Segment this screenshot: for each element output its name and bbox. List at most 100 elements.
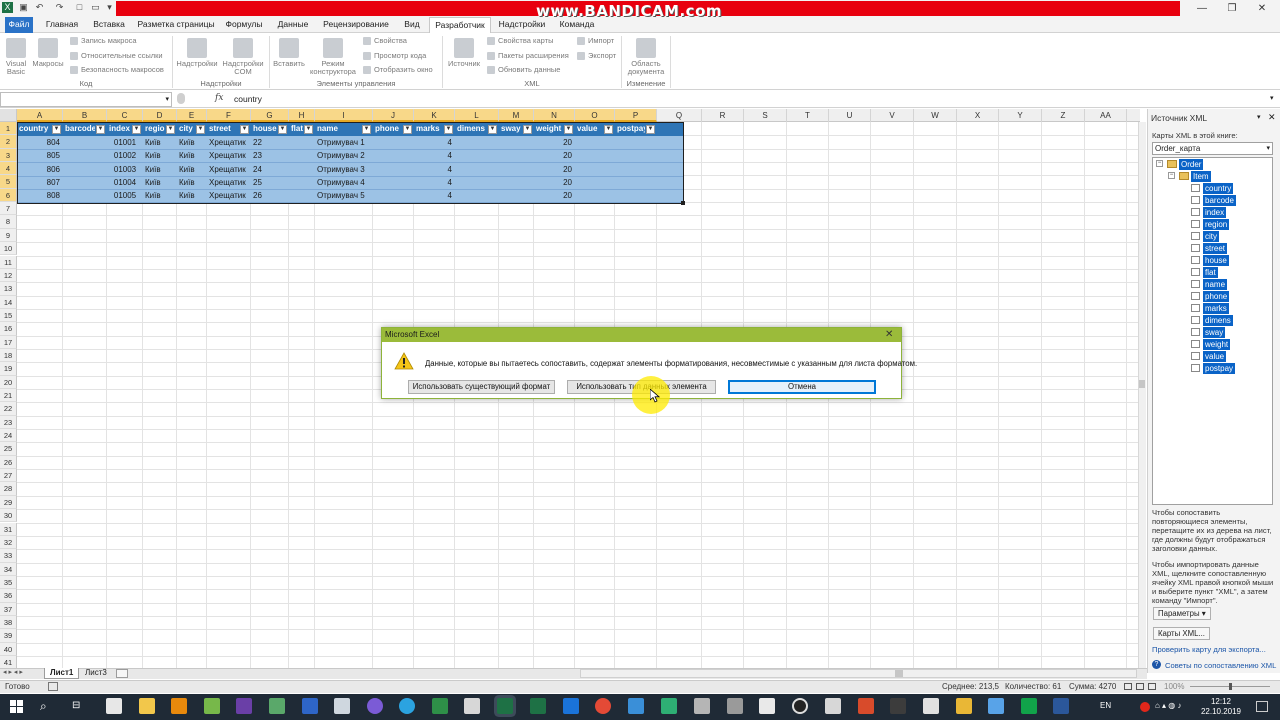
table-cell[interactable]: 24 [251, 163, 289, 176]
filter-dropdown-icon[interactable]: ▼ [52, 125, 61, 134]
table-cell[interactable] [615, 136, 657, 149]
insert-function-button[interactable]: fx [215, 93, 223, 103]
properties-button[interactable]: Свойства [363, 37, 407, 46]
table-cell[interactable] [63, 136, 107, 149]
xml-tree-node[interactable]: sway [1203, 327, 1226, 338]
table-cell[interactable] [455, 149, 499, 162]
table-cell[interactable]: 20 [534, 163, 575, 176]
mapping-tips-link[interactable]: Советы по сопоставлению XML [1165, 661, 1276, 670]
row-header[interactable]: 15 [0, 308, 17, 323]
chevron-down-icon[interactable]: ▾ [1266, 143, 1270, 154]
row-header[interactable]: 32 [0, 535, 17, 550]
table-cell[interactable]: 20 [534, 176, 575, 189]
xml-tree-node[interactable]: Order [1179, 159, 1204, 170]
column-header[interactable]: AA [1085, 109, 1127, 122]
column-header[interactable]: D [143, 109, 177, 122]
row-header[interactable]: 4 [0, 162, 17, 176]
table-cell[interactable]: Київ [143, 149, 177, 162]
table-cell[interactable]: Отримувач 3 [315, 163, 373, 176]
outlook-folder-icon[interactable] [171, 698, 187, 714]
table-cell[interactable]: 4 [414, 136, 455, 149]
row-header[interactable]: 39 [0, 629, 17, 643]
row-header[interactable]: 21 [0, 389, 17, 403]
horizontal-scrollbar[interactable] [580, 669, 1137, 678]
column-header[interactable]: M [499, 109, 534, 122]
column-header[interactable]: W [914, 109, 957, 122]
table-cell[interactable]: Хрещатик [207, 176, 251, 189]
app-icon-doc2[interactable] [923, 698, 939, 714]
row-header[interactable]: 26 [0, 455, 17, 470]
column-header[interactable]: K [414, 109, 455, 122]
tab-file[interactable]: Файл [5, 17, 33, 33]
xml-tree-node[interactable]: index [1203, 207, 1227, 218]
column-header[interactable]: Q [657, 109, 702, 122]
xml-map-select[interactable]: Order_карта ▾ [1152, 142, 1273, 155]
xml-tree-node[interactable]: Item [1191, 171, 1211, 182]
app-icon-green[interactable] [204, 698, 220, 714]
row-header[interactable]: 2 [0, 135, 17, 149]
run-dialog-button[interactable]: Отобразить окно [363, 66, 433, 75]
filter-dropdown-icon[interactable]: ▼ [488, 125, 497, 134]
page-break-view-icon[interactable] [1148, 683, 1156, 690]
record-indicator-icon[interactable] [1140, 702, 1150, 712]
table-cell[interactable] [455, 136, 499, 149]
column-header[interactable]: S [744, 109, 787, 122]
table-cell[interactable] [289, 163, 315, 176]
row-header[interactable]: 38 [0, 615, 17, 630]
table-cell[interactable] [575, 149, 615, 162]
tab-view[interactable]: Вид [398, 17, 426, 33]
table-cell[interactable]: 26 [251, 189, 289, 202]
row-header[interactable]: 9 [0, 228, 17, 243]
table-header-cell[interactable]: weight [534, 123, 563, 135]
table-header-cell[interactable]: value [575, 123, 603, 135]
task-view-icon[interactable]: ⊟ [72, 700, 80, 711]
zoom-slider-thumb[interactable] [1229, 683, 1232, 690]
table-cell[interactable]: 01002 [107, 149, 143, 162]
column-header[interactable]: V [871, 109, 914, 122]
table-cell[interactable] [499, 189, 534, 202]
xml-tree-node[interactable]: weight [1203, 339, 1231, 350]
refresh-data-button[interactable]: Обновить данные [487, 66, 560, 75]
table-cell[interactable]: 01005 [107, 189, 143, 202]
xml-tree-node[interactable]: postpay [1203, 363, 1236, 374]
tab-developer[interactable]: Разработчик [429, 17, 491, 34]
table-header-cell[interactable]: flat [289, 123, 303, 135]
xml-tree-node[interactable]: value [1203, 351, 1227, 362]
windows-start-icon[interactable] [10, 700, 23, 713]
fill-handle[interactable] [681, 201, 685, 205]
table-cell[interactable]: Київ [177, 149, 207, 162]
record-macro-button[interactable]: Запись макроса [70, 37, 137, 46]
expand-formula-icon[interactable]: ▾ [1270, 94, 1274, 102]
table-cell[interactable]: Хрещатик [207, 136, 251, 149]
table-cell[interactable] [289, 136, 315, 149]
cancel-button[interactable]: Отмена [728, 380, 876, 394]
import-button[interactable]: Импорт [577, 37, 614, 46]
row-header[interactable]: 3 [0, 148, 17, 163]
formula-input[interactable]: country [234, 94, 262, 104]
xml-tree-node[interactable]: flat [1203, 267, 1218, 278]
database-icon[interactable] [727, 698, 743, 714]
map-properties-button[interactable]: Свойства карты [487, 37, 553, 46]
new-sheet-icon[interactable] [116, 669, 128, 678]
vertical-scroll-thumb[interactable] [1139, 380, 1145, 388]
table-cell[interactable]: Отримувач 1 [315, 136, 373, 149]
view-code-button[interactable]: Просмотр кода [363, 52, 426, 61]
filter-dropdown-icon[interactable]: ▼ [444, 125, 453, 134]
row-header[interactable]: 27 [0, 469, 17, 483]
row-header[interactable]: 8 [0, 215, 17, 229]
macro-security-button[interactable]: Безопасность макросов [70, 66, 164, 75]
table-cell[interactable]: Отримувач 5 [315, 189, 373, 202]
relative-refs-button[interactable]: Относительные ссылки [70, 52, 163, 61]
filter-dropdown-icon[interactable]: ▼ [304, 125, 313, 134]
column-header[interactable]: U [829, 109, 871, 122]
column-header[interactable]: R [702, 109, 744, 122]
table-cell[interactable]: Київ [143, 136, 177, 149]
table-cell[interactable] [575, 189, 615, 202]
app-icon-red[interactable] [858, 698, 874, 714]
table-cell[interactable] [455, 163, 499, 176]
table-cell[interactable]: 01003 [107, 163, 143, 176]
row-header[interactable]: 35 [0, 575, 17, 590]
table-header-cell[interactable]: house [251, 123, 277, 135]
design-mode-button[interactable]: Режим конструктора [308, 38, 358, 76]
row-header[interactable]: 23 [0, 415, 17, 430]
